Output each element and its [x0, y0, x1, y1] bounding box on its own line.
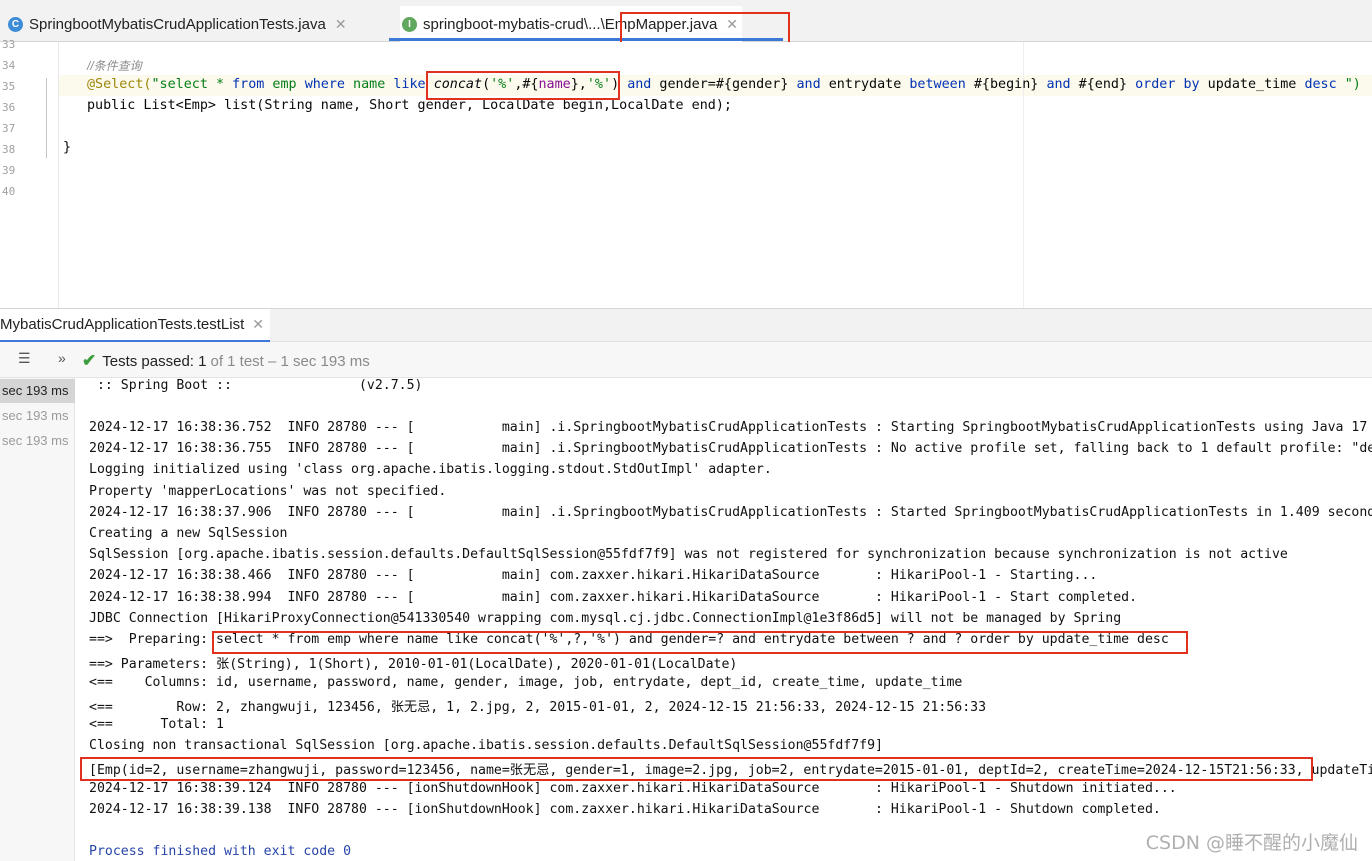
console-line: 2024-12-17 16:38:38.994 INFO 28780 --- [… — [89, 590, 1138, 605]
run-tab-label: MybatisCrudApplicationTests.testList — [0, 316, 245, 333]
status-detail: of 1 test – 1 sec 193 ms — [210, 352, 370, 370]
console-line: Closing non transactional SqlSession [or… — [89, 738, 883, 753]
string-token: #{begin} — [965, 77, 1047, 92]
test-tree-item[interactable]: sec 193 ms — [0, 404, 75, 428]
sql-keyword: desc — [1304, 77, 1337, 92]
console-line: <== Columns: id, username, password, nam… — [89, 675, 963, 690]
sql-keyword: order by — [1135, 77, 1200, 92]
string-token: emp — [264, 77, 305, 92]
chevron-double-right-icon[interactable]: » — [58, 350, 66, 366]
highlight-box-sql — [212, 631, 1188, 654]
console-line: 2024-12-17 16:38:36.752 INFO 28780 --- [… — [89, 420, 1368, 435]
string-token: #{end} — [1070, 77, 1136, 92]
status-label: Tests passed: — [102, 352, 194, 370]
sql-keyword: like — [393, 77, 426, 92]
test-tree-item[interactable]: sec 193 ms — [0, 429, 75, 453]
sql-keyword: and — [627, 77, 652, 92]
fold-guide — [46, 78, 47, 158]
editor-tab-tests[interactable]: C SpringbootMybatisCrudApplicationTests.… — [8, 6, 347, 42]
console-line: Property 'mapperLocations' was not speci… — [89, 484, 447, 499]
console-line-exit: Process finished with exit code 0 — [89, 844, 352, 859]
string-token: name — [345, 77, 394, 92]
string-token: entrydate — [820, 77, 910, 92]
line-number: 33 — [2, 38, 16, 51]
run-tool-window-header: MybatisCrudApplicationTests.testList ✕ — [0, 308, 1372, 342]
test-tree: sec 193 ms sec 193 ms sec 193 ms — [0, 378, 75, 861]
console-output[interactable]: :: Spring Boot :: (v2.7.5) 2024-12-17 16… — [76, 378, 1372, 861]
code-closing-brace: } — [63, 140, 72, 155]
interface-i-icon: I — [402, 16, 417, 32]
run-tab[interactable]: MybatisCrudApplicationTests.testList ✕ — [0, 309, 271, 342]
highlight-box-result — [80, 757, 1313, 781]
line-number: 35 — [2, 80, 16, 93]
editor-tab-label: SpringbootMybatisCrudApplicationTests.ja… — [29, 15, 326, 33]
run-toolbar: ☰ » ✔ Tests passed: 1 of 1 test – 1 sec … — [0, 342, 1372, 378]
class-c-icon: C — [8, 16, 23, 32]
check-icon: ✔ — [82, 351, 97, 370]
console-line: SqlSession [org.apache.ibatis.session.de… — [89, 547, 1288, 562]
annotation-token: @Select( — [87, 77, 152, 92]
console-line-parameters: ==> Parameters: 张(String), 1(Short), 201… — [89, 657, 738, 672]
test-tree-item[interactable]: sec 193 ms — [0, 379, 75, 403]
sql-keyword: from — [232, 77, 265, 92]
line-number: 39 — [2, 164, 16, 177]
collapse-all-icon[interactable]: ☰ — [18, 350, 31, 367]
console-line: :: Spring Boot :: (v2.7.5) — [89, 378, 423, 393]
watermark: CSDN @睡不醒的小魔仙 — [1145, 832, 1358, 854]
line-number: 34 — [2, 59, 16, 72]
console-line: Creating a new SqlSession — [89, 526, 288, 541]
string-token: "select * — [151, 77, 233, 92]
console-line: 2024-12-17 16:38:37.906 INFO 28780 --- [… — [89, 505, 1372, 520]
sql-keyword: where — [304, 77, 345, 92]
sql-keyword: between — [909, 77, 966, 92]
status-count: 1 — [198, 352, 207, 370]
line-number: 37 — [2, 122, 16, 135]
close-icon[interactable]: ✕ — [335, 16, 347, 33]
console-line: 2024-12-17 16:38:38.466 INFO 28780 --- [… — [89, 568, 1098, 583]
line-number: 38 — [2, 143, 16, 156]
console-line: 2024-12-17 16:38:36.755 INFO 28780 --- [… — [89, 441, 1372, 456]
console-line: JDBC Connection [HikariProxyConnection@5… — [89, 611, 1122, 626]
string-token: gender=#{gender} — [651, 77, 797, 92]
line-number: 36 — [2, 101, 16, 114]
console-line: <== Row: 2, zhangwuji, 123456, 张无忌, 1, 2… — [89, 700, 987, 715]
sql-keyword: and — [796, 77, 821, 92]
console-line: <== Total: 1 — [89, 717, 224, 732]
test-status: ✔ Tests passed: 1 of 1 test – 1 sec 193 … — [82, 351, 370, 371]
string-token: update_time — [1199, 77, 1305, 92]
string-token: ") — [1336, 77, 1361, 92]
console-line: Logging initialized using 'class org.apa… — [89, 462, 772, 477]
code-line-method: public List<Emp> list(String name, Short… — [87, 98, 732, 113]
console-line: 2024-12-17 16:38:39.138 INFO 28780 --- [… — [89, 802, 1161, 817]
line-number: 40 — [2, 185, 16, 198]
code-editor[interactable]: 33 34 35 36 37 38 39 40 //条件查询 @Select("… — [0, 38, 1372, 308]
highlight-box-concat — [426, 71, 620, 100]
string-token — [619, 77, 627, 92]
sql-keyword: and — [1046, 77, 1071, 92]
code-line-select: @Select("select * from emp where name li… — [87, 77, 1361, 92]
close-icon[interactable]: ✕ — [252, 316, 264, 333]
code-comment: //条件查询 — [87, 59, 142, 73]
console-line: 2024-12-17 16:38:39.124 INFO 28780 --- [… — [89, 781, 1177, 796]
line-number-gutter: 33 34 35 36 37 38 39 40 — [0, 38, 59, 308]
